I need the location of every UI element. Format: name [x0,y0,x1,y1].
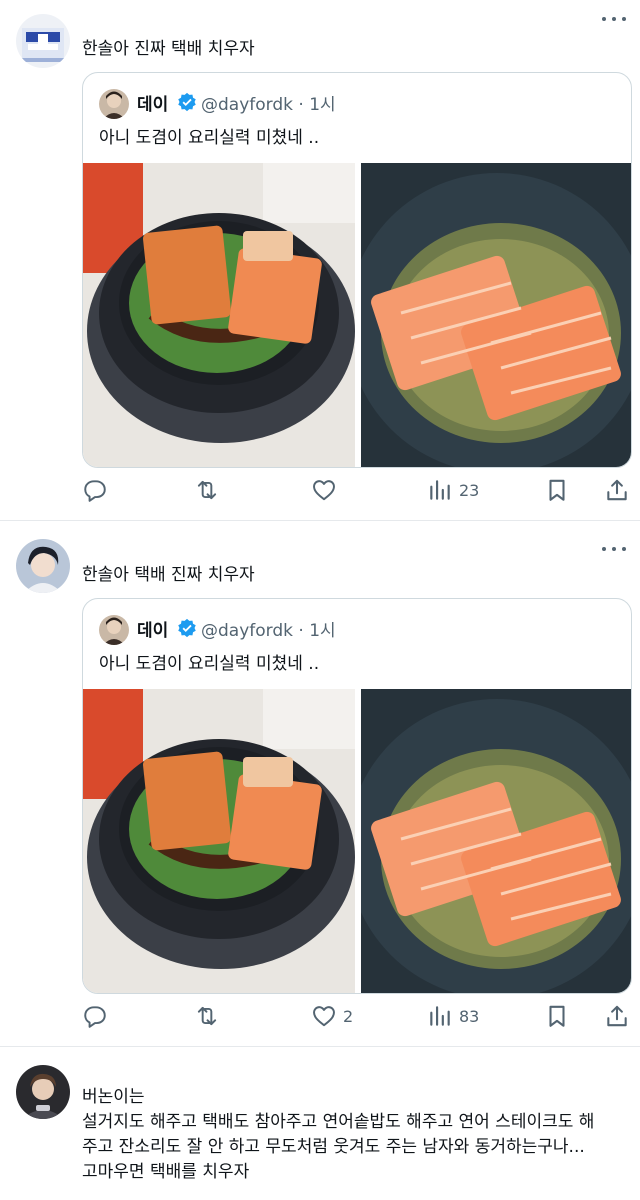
more-icon[interactable] [602,12,626,26]
repost-icon [197,480,217,500]
likes-count: 2 [343,1006,354,1026]
bookmark-button[interactable] [544,476,570,504]
repost-icon [197,1006,217,1026]
quoted-text: 아니 도겸이 요리실력 미쳤네 .. [99,654,320,674]
like-button[interactable]: 2 [311,1002,353,1030]
views-icon [430,480,450,500]
food-photo-pan[interactable] [361,163,631,467]
like-button[interactable] [311,476,343,504]
repost-button[interactable] [194,476,226,504]
reply-icon [84,480,106,502]
post-text: 버논이는 설거지도 해주고 택배도 참아주고 연어솥밥도 해주고 연어 스테이크… [82,1085,632,1185]
text-line: 주고 잔소리도 잘 안 하고 무도처럼 웃겨도 주는 남자와 동거하는구나... [82,1137,585,1157]
action-bar: 2 83 [82,1002,632,1030]
bookmark-icon [549,479,565,501]
post-3[interactable]: 버논이는 설거지도 해주고 택배도 참아주고 연어솥밥도 해주고 연어 스테이크… [0,1047,640,1200]
reply-icon [84,1006,106,1028]
views-icon [430,1006,450,1026]
quoted-post[interactable]: 데이 @dayfordk · 1시 아니 도겸이 요리실력 미쳤네 .. [82,598,632,994]
quoted-handle: @dayfordk · 1시 [201,621,336,641]
quoted-avatar [99,615,129,645]
food-photo-pan[interactable] [361,689,631,993]
food-photo-pot[interactable] [83,163,355,467]
avatar[interactable] [16,14,70,68]
text-line: 고마우면 택배를 치우자 [82,1162,250,1182]
more-icon[interactable] [602,542,626,556]
bookmark-button[interactable] [544,1002,570,1030]
post-1[interactable]: 한솔아 진짜 택배 치우자 데이 @dayfordk · 1시 아니 도겸이 요… [0,0,640,520]
repost-button[interactable] [194,1002,226,1030]
quoted-avatar [99,89,129,119]
action-bar: 23 [82,476,632,504]
views-count: 83 [459,1006,480,1026]
quoted-post[interactable]: 데이 @dayfordk · 1시 아니 도겸이 요리실력 미쳤네 .. [82,72,632,468]
views-count: 23 [459,480,480,500]
like-icon [313,480,335,501]
share-icon [607,1005,627,1027]
quoted-handle: @dayfordk · 1시 [201,95,336,115]
post-text: 한솔아 택배 진짜 치우자 [82,565,255,585]
text-line: 설거지도 해주고 택배도 참아주고 연어솥밥도 해주고 연어 스테이크도 해 [82,1112,595,1132]
verified-icon [177,92,197,112]
share-icon [607,479,627,501]
post-text: 한솔아 진짜 택배 치우자 [82,39,255,59]
food-photo-pot[interactable] [83,689,355,993]
verified-icon [177,618,197,638]
bookmark-icon [549,1005,565,1027]
reply-button[interactable] [82,476,114,504]
like-icon [313,1006,335,1027]
quoted-author-name: 데이 [137,621,169,641]
avatar[interactable] [16,1065,70,1119]
reply-button[interactable] [82,1002,114,1030]
share-button[interactable] [604,476,630,504]
views-button[interactable]: 83 [427,1002,479,1030]
avatar[interactable] [16,539,70,593]
views-button[interactable]: 23 [427,476,479,504]
text-line: 버논이는 [82,1087,145,1107]
share-button[interactable] [604,1002,630,1030]
quoted-author-name: 데이 [137,95,169,115]
post-2[interactable]: 한솔아 택배 진짜 치우자 데이 @dayfordk · 1시 아니 도겸이 요… [0,521,640,1046]
quoted-text: 아니 도겸이 요리실력 미쳤네 .. [99,128,320,148]
